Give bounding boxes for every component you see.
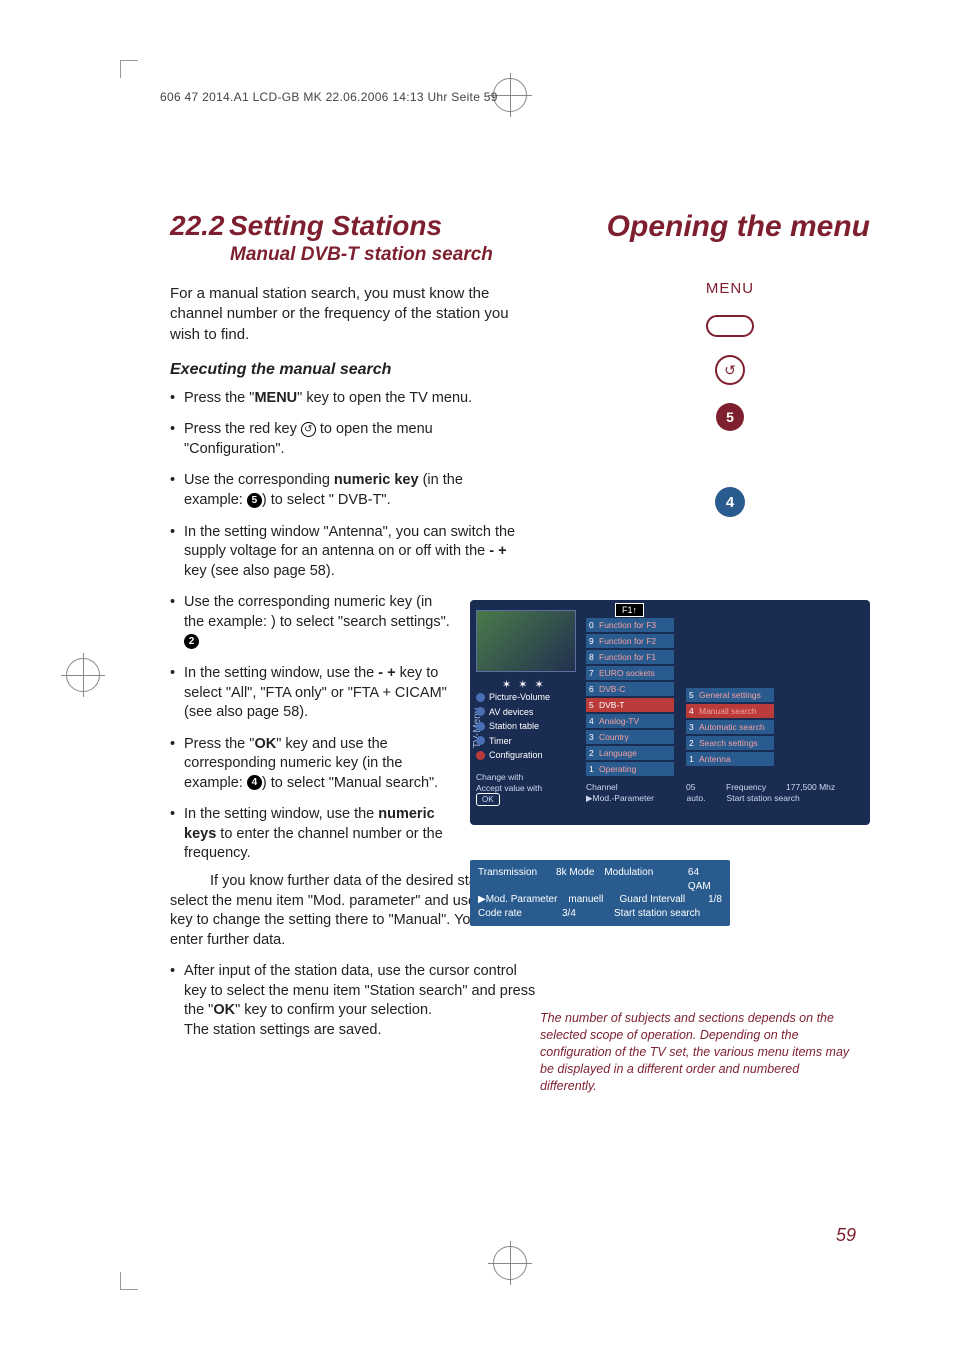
osd-mod-label: Mod.-Parameter (593, 793, 687, 804)
osd-hint-line1: Change with (476, 772, 523, 782)
menu-label: MENU (706, 280, 754, 297)
osd-menu-item: 7EURO sockets (586, 666, 674, 680)
final-step-line2: The station settings are saved. (184, 1022, 381, 1038)
osd-channel-label: Channel (586, 782, 686, 793)
params-row: Code rate3/4Start station search (478, 907, 722, 921)
numeric-key-4-icon: 4 (715, 487, 745, 517)
osd-column-1: 0Function for F3 9Function for F2 8Functio… (586, 618, 674, 776)
section-title-block: 22.2 Setting Stations Manual DVB-T stati… (170, 210, 493, 266)
section-title-text: Setting Stations (229, 210, 442, 241)
osd-menu-item: 0Function for F3 (586, 618, 674, 632)
section-number: 22.2 (170, 210, 225, 241)
crop-mark-bl (120, 1272, 138, 1290)
intro-paragraph: For a manual station search, you must kn… (170, 284, 540, 345)
osd-menu-item: 2Search settings (686, 736, 774, 750)
osd-stars: ✶ ✶ ✶ (502, 678, 546, 691)
registration-mark-top (493, 78, 527, 112)
content-area: 22.2 Setting Stations Manual DVB-T stati… (170, 210, 870, 1041)
step-item: In the setting window, use the numeric k… (170, 805, 450, 864)
params-row: ▶Mod. ParametermanuellGuard Intervall1/8 (478, 893, 722, 907)
footnote: The number of subjects and sections depe… (540, 1010, 850, 1094)
final-step: After input of the station data, use the… (170, 962, 540, 1040)
steps-list-1: Press the "MENU" key to open the TV menu… (170, 389, 520, 582)
red-key-icon: ↺ (715, 355, 745, 385)
osd-hint-line2: Accept value with (476, 783, 542, 793)
osd-menu-item: 5General settings (686, 688, 774, 702)
osd-sidebar-item: Configuration (476, 750, 578, 760)
osd-thumbnail (476, 610, 576, 672)
remote-diagram: MENU ↺ 5 4 (580, 280, 880, 517)
osd-menu-item: 9Function for F2 (586, 634, 674, 648)
params-box: Transmission8k ModeModulation64 QAM▶Mod.… (470, 860, 730, 926)
osd-sidebar: Picture-Volume AV devices Station table Tim… (476, 692, 578, 765)
osd-sidebar-item: Station table (476, 721, 578, 731)
osd-menu-screenshot: ✶ ✶ ✶ F1↑ TV-Menu Picture-VolumeAV devic… (470, 600, 870, 825)
step-item: Use the corresponding numeric key (in th… (170, 471, 520, 510)
osd-channel-value: 05 (686, 782, 726, 793)
page-number: 59 (836, 1225, 856, 1246)
step-item: Press the red key ↺ to open the menu "Co… (170, 420, 520, 459)
osd-menu-item: 8Function for F1 (586, 650, 674, 664)
menu-button-icon (706, 315, 754, 337)
osd-column-2: 5General settings 4Manuall search 3Automat… (686, 688, 774, 766)
osd-freq-label: Frequency (726, 782, 786, 793)
crop-mark-tl (120, 60, 138, 78)
final-step-suffix: " key to confirm your selection. (235, 1002, 432, 1018)
steps-list-2: Use the corresponding numeric key (in th… (170, 593, 450, 864)
osd-freq-value: 177,500 Mhz (786, 782, 835, 793)
registration-mark-left (66, 658, 100, 692)
osd-f1-tab: F1↑ (615, 603, 644, 617)
osd-menu-item: 3Country (586, 730, 674, 744)
print-header: 606 47 2014.A1 LCD-GB MK 22.06.2006 14:1… (160, 90, 498, 104)
page: 606 47 2014.A1 LCD-GB MK 22.06.2006 14:1… (120, 60, 900, 1290)
step-item: In the setting window "Antenna", you can… (170, 523, 520, 582)
osd-hint: Change with Accept value with OK (476, 772, 542, 806)
osd-menu-item: 1Operating (586, 762, 674, 776)
osd-mod-value: auto. (687, 793, 727, 804)
osd-menu-item: 5DVB-T (586, 698, 674, 712)
step-item: Press the "MENU" key to open the TV menu… (170, 389, 520, 409)
right-column: MENU ↺ 5 4 (580, 210, 880, 517)
osd-bottom-info: Channel 05 Frequency 177,500 Mhz ▶Mod.-P… (586, 782, 864, 805)
osd-sidebar-item: AV devices (476, 707, 578, 717)
step-item: Press the "OK" key and use the correspon… (170, 735, 450, 794)
osd-ok-pill: OK (476, 793, 500, 806)
numeric-key-5-icon: 5 (716, 403, 744, 431)
step-item: Use the corresponding numeric key (in th… (170, 593, 450, 652)
registration-mark-bottom (493, 1246, 527, 1280)
params-row: Transmission8k ModeModulation64 QAM (478, 866, 722, 893)
section-subtitle: Manual DVB-T station search (230, 244, 493, 266)
osd-menu-item: 4Analog-TV (586, 714, 674, 728)
osd-menu-item: 6DVB-C (586, 682, 674, 696)
osd-menu-item: 2Language (586, 746, 674, 760)
final-step-ok: OK (213, 1002, 235, 1018)
step-item: In the setting window, use the - + key t… (170, 664, 450, 723)
osd-sidebar-item: Timer (476, 736, 578, 746)
osd-menu-item: 1Antenna (686, 752, 774, 766)
osd-sidebar-item: Picture-Volume (476, 692, 578, 702)
osd-menu-item: 4Manuall search (686, 704, 774, 718)
osd-menu-item: 3Automatic search (686, 720, 774, 734)
osd-start-search: Start station search (727, 793, 800, 804)
